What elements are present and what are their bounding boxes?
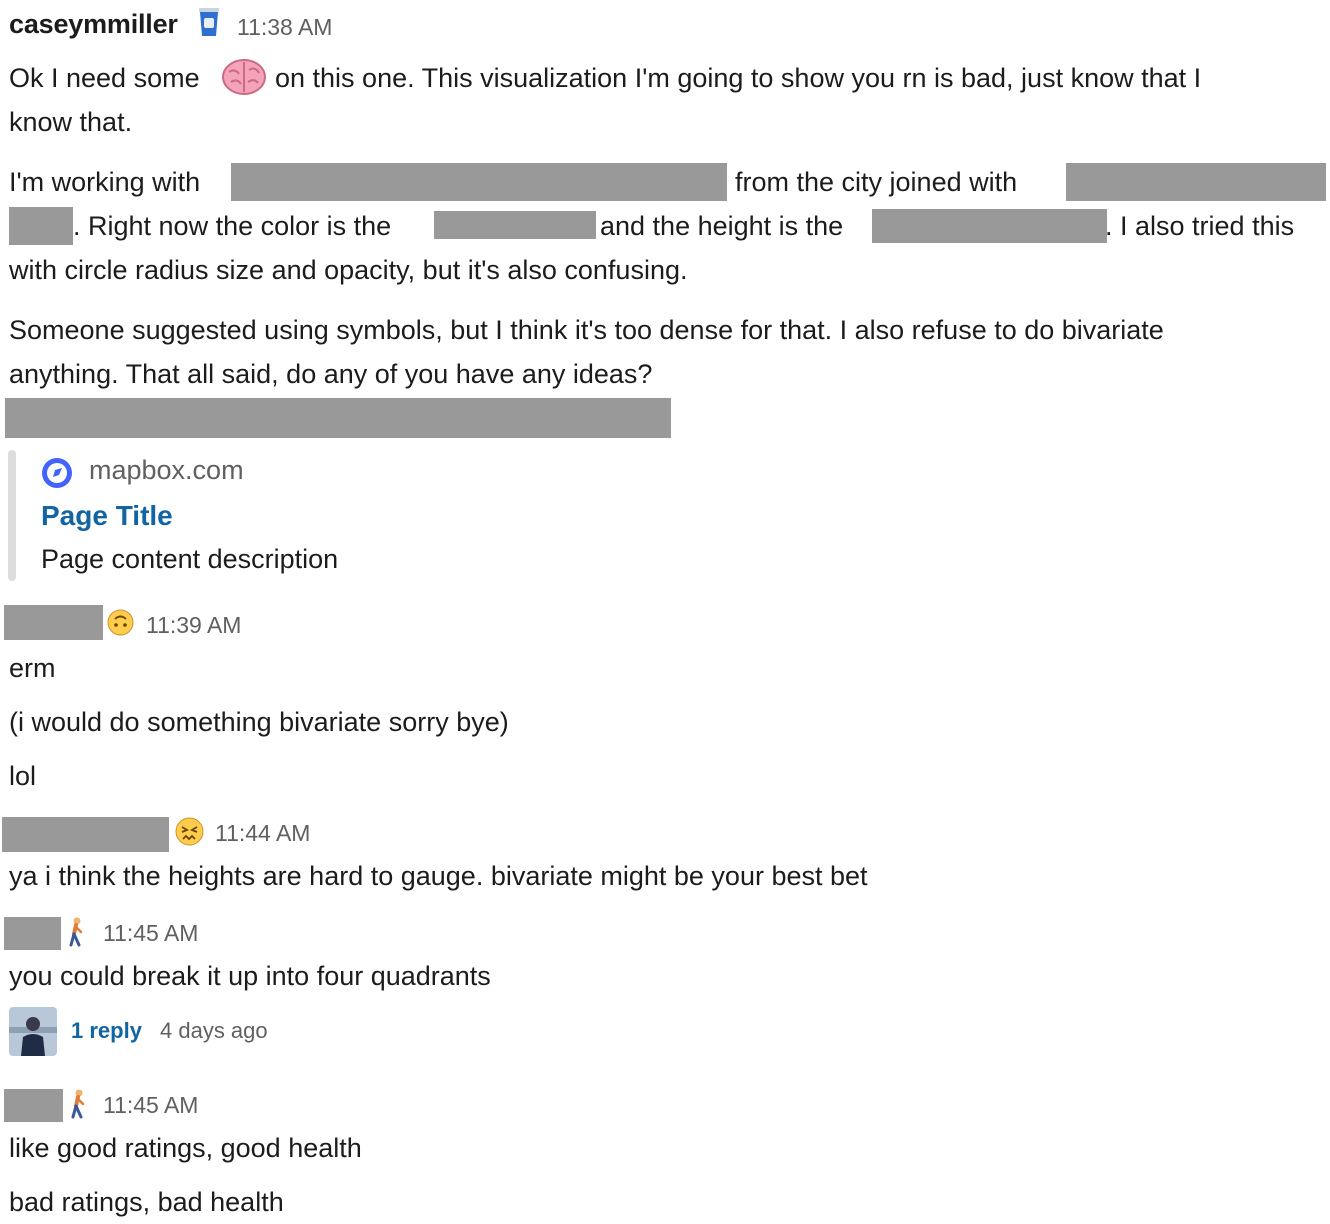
redacted-username[interactable]: [4, 605, 103, 640]
message-text-line: lol: [9, 761, 37, 791]
message-text-line: know that.: [9, 107, 133, 137]
message-text-line: Ok I need some: [9, 63, 200, 93]
message-text-line: anything. That all said, do any of you h…: [9, 359, 653, 389]
unfurl-description: Page content description: [41, 544, 339, 574]
message-text-line: I'm working with: [9, 167, 201, 197]
upside-down-face-icon: [107, 609, 134, 636]
avatar[interactable]: [9, 1007, 57, 1056]
message-text-line: on this one. This visualization I'm goin…: [275, 63, 1202, 93]
redacted-block: [231, 163, 727, 201]
redacted-block: [1066, 163, 1326, 201]
redacted-username[interactable]: [4, 1089, 63, 1122]
coffee-cup-icon: [196, 6, 222, 38]
timestamp[interactable]: 11:44 AM: [215, 820, 310, 847]
timestamp[interactable]: 11:38 AM: [237, 14, 332, 41]
message-text-line: like good ratings, good health: [9, 1133, 362, 1163]
unfurl-title[interactable]: Page Title: [41, 500, 173, 532]
message-text-line: . Right now the color is the: [73, 211, 392, 241]
message-text-line: from the city joined with: [735, 167, 1018, 197]
timestamp[interactable]: 11:45 AM: [103, 920, 198, 947]
redacted-username[interactable]: [2, 817, 169, 852]
redacted-block: [872, 209, 1107, 243]
redacted-username[interactable]: [4, 917, 61, 950]
unfurl-domain[interactable]: mapbox.com: [89, 455, 244, 486]
message-text-line: . I also tried this: [1105, 211, 1295, 241]
last-reply-time: 4 days ago: [160, 1018, 268, 1043]
message-text-line: Someone suggested using symbols, but I t…: [9, 315, 1164, 345]
timestamp[interactable]: 11:39 AM: [146, 612, 241, 639]
username[interactable]: caseymmiller: [9, 9, 178, 40]
message-text-line: you could break it up into four quadrant…: [9, 961, 491, 991]
message-text-line: erm: [9, 653, 56, 683]
brain-icon: [221, 56, 267, 98]
reply-count-link[interactable]: 1 reply: [71, 1018, 142, 1044]
redacted-link[interactable]: [5, 398, 671, 438]
compass-icon: [41, 457, 73, 489]
person-walking-icon: [67, 1089, 89, 1119]
message-text-line: and the height is the: [600, 211, 844, 241]
message-text-line: ya i think the heights are hard to gauge…: [9, 861, 868, 891]
redacted-block: [434, 211, 596, 239]
message-text-line: (i would do something bivariate sorry by…: [9, 707, 509, 737]
person-walking-icon: [65, 917, 87, 947]
timestamp[interactable]: 11:45 AM: [103, 1092, 198, 1119]
redacted-block: [9, 207, 73, 245]
unfurl-border: [8, 450, 16, 581]
confounded-face-icon: [175, 817, 204, 846]
message-text-line: bad ratings, bad health: [9, 1187, 284, 1217]
message-text-line: with circle radius size and opacity, but…: [9, 255, 688, 285]
